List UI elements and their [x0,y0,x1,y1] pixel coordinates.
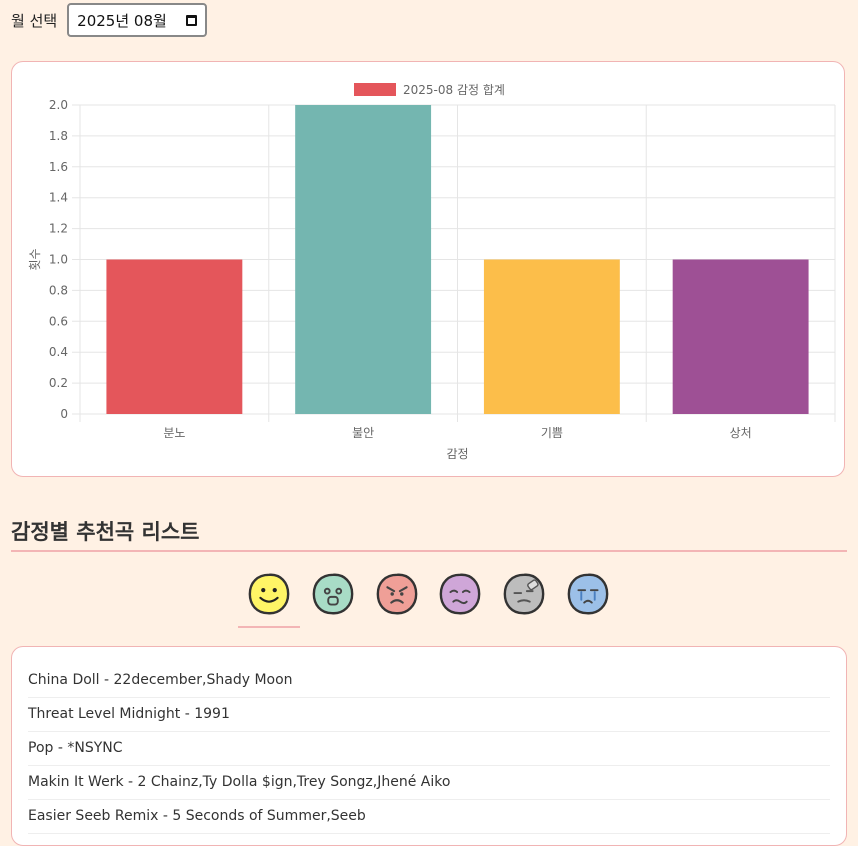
y-tick-label: 0.2 [49,376,68,390]
month-label: 월 선택 [11,11,58,30]
x-tick-label: 분노 [163,426,185,440]
hurt-face-icon [503,573,545,615]
month-input[interactable]: 2025년 08월 [67,3,208,37]
y-tick-label: 0.6 [49,314,68,328]
x-tick-label: 기쁨 [541,426,563,440]
calendar-icon[interactable] [186,14,198,26]
song-list: China Doll - 22december,Shady Moon Threat… [11,646,847,846]
emotion-button-worried-face[interactable] [436,570,484,622]
x-tick-label: 상처 [730,426,752,440]
emotion-bar-chart: 0 0.2 0.4 0.6 0.8 1.0 1.2 1.4 1.6 1.8 2.0 분노 불안 기쁨 상처감… [28,83,836,461]
y-tick-label: 2.0 [49,98,68,112]
y-tick-label: 0 [60,407,68,421]
y-tick-label: 0.8 [49,283,68,297]
emotion-button-crying-face[interactable] [564,570,612,622]
chart-card: 0 0.2 0.4 0.6 0.8 1.0 1.2 1.4 1.6 1.8 2.0 분노 불안 기쁨 상처감… [11,61,845,477]
bar-분노 [106,259,243,414]
emotion-selector [0,570,858,630]
y-tick-label: 1.0 [49,253,68,267]
y-tick-label: 0.4 [49,345,68,359]
legend-label: 2025-08 감정 합계 [403,83,505,97]
x-tick-label: 불안 [352,426,374,440]
emotion-button-hurt-face[interactable] [500,570,548,622]
y-tick-label: 1.6 [49,160,68,174]
month-picker-row: 월 선택 2025년 08월 [11,0,208,40]
song-list-item[interactable]: Easier Seeb Remix - 5 Seconds of Summer,… [28,801,830,834]
y-axis-title: 횟수 [28,248,42,270]
song-list-item[interactable]: China Doll - 22december,Shady Moon [28,665,830,698]
worried-face-icon [439,573,481,615]
emotion-button-happy-face[interactable] [238,570,300,628]
x-axis-title: 감정 [446,447,468,461]
emotion-button-surprised-face[interactable] [309,570,357,622]
month-input-value: 2025년 08월 [77,11,167,30]
y-tick-label: 1.8 [49,129,68,143]
emotion-button-angry-face[interactable] [373,570,421,622]
song-list-item[interactable]: Pop - *NSYNC [28,733,830,766]
surprised-face-icon [312,573,354,615]
song-list-item[interactable]: Makin It Werk - 2 Chainz,Ty Dolla $ign,T… [28,767,830,800]
bar-기쁨 [483,259,620,414]
legend-swatch [354,83,396,96]
section-title: 감정별 추천곡 리스트 [11,516,847,552]
happy-face-icon [248,573,290,615]
y-tick-label: 1.4 [49,191,68,205]
crying-face-icon [567,573,609,615]
bar-상처 [672,259,809,414]
song-list-item[interactable]: Threat Level Midnight - 1991 [28,699,830,732]
bar-불안 [295,105,432,414]
angry-face-icon [376,573,418,615]
y-tick-label: 1.2 [49,222,68,236]
